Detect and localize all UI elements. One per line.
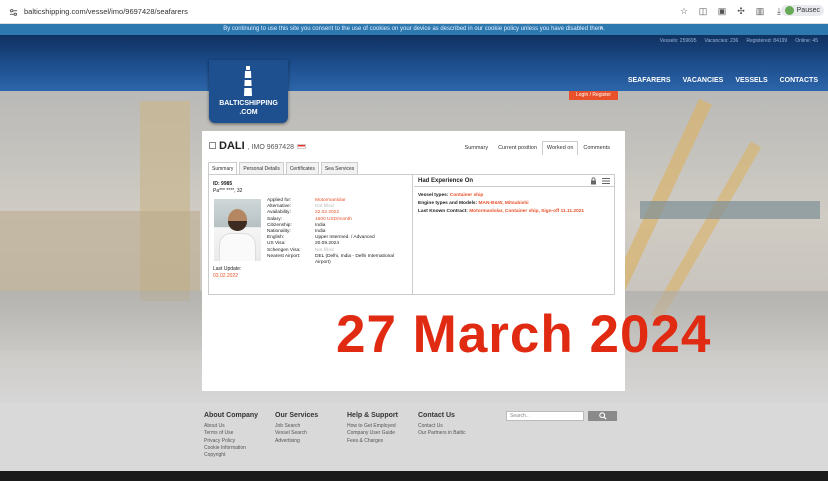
engine-row: Engine types and Models: MAN-B&W, Mitsub… <box>418 201 529 206</box>
footer-link[interactable]: Company User Guide <box>347 430 398 437</box>
stat-online: Online: 45 <box>795 38 818 44</box>
stat-registered: Registered: 84199 <box>746 38 788 44</box>
vessel-icon <box>209 142 216 149</box>
experience-header: Had Experience On <box>414 175 615 187</box>
flag-icon <box>296 144 306 149</box>
search-input[interactable]: Search.. <box>506 411 584 421</box>
vessel-title: DALI , IMO 9697428 <box>209 140 306 152</box>
lock-icon[interactable] <box>590 177 597 185</box>
seafarer-summary: ID: 9985 Pa*** ****, 32 Last Update: 03.… <box>209 175 413 294</box>
engine-value[interactable]: MAN-B&W, Mitsubishi <box>479 201 529 206</box>
footer-about: About Company About Us Terms of Use Priv… <box>204 412 258 459</box>
seafarer-card: ID: 9985 Pa*** ****, 32 Last Update: 03.… <box>208 174 615 295</box>
nav-seafarers[interactable]: SEAFARERS <box>628 77 671 84</box>
contract-row: Last Known Contract: Motormanlolar, Cont… <box>418 209 584 214</box>
footer-heading: Contact Us <box>418 412 455 419</box>
site-logo[interactable]: BALTICSHIPPING .COM <box>209 60 288 123</box>
cookie-text: By continuing to use this site you conse… <box>223 26 605 32</box>
seafarer-id: ID: 9985 <box>213 181 233 187</box>
profile-button[interactable]: Pausec <box>780 5 824 16</box>
tab-worked-on[interactable]: Worked on <box>541 141 579 155</box>
vessel-name: DALI <box>219 140 245 152</box>
stat-vacancies: Vacancies: 236 <box>704 38 739 44</box>
footer-heading: Our Services <box>275 412 319 419</box>
nav-vacancies[interactable]: VACANCIES <box>683 77 724 84</box>
menu-icon[interactable] <box>602 178 610 184</box>
site-header: Vessels: 259695 Vacancies: 236 Registere… <box>0 35 828 91</box>
field-value: Airport) <box>315 259 331 265</box>
seafarer-fields: Applied for: Motormanlolar Alternative: No… <box>267 198 410 266</box>
vessel-types-label: Vessel types: <box>418 193 449 198</box>
nav-vessels[interactable]: VESSELS <box>735 77 767 84</box>
extension-icon-2[interactable]: ▣ <box>717 6 727 16</box>
crane-boom <box>640 201 820 219</box>
main-nav: SEAFARERS VACANCIES VESSELS CONTACTS <box>628 77 818 84</box>
tab-comments[interactable]: Comments <box>578 141 615 155</box>
footer-help: Help & Support How to Get Employed Compa… <box>347 412 398 445</box>
photo-body <box>219 233 256 261</box>
star-icon[interactable]: ☆ <box>679 6 689 16</box>
overlay-date: 27 March 2024 <box>336 305 712 364</box>
login-button[interactable]: Login / Register <box>569 91 618 100</box>
vessel-tabs: Summary Current position Worked on Comme… <box>460 141 615 155</box>
site-info-icon[interactable] <box>8 7 18 17</box>
footer-link[interactable]: Contact Us <box>418 423 466 430</box>
last-update-label: Last Update: <box>213 266 242 272</box>
field-label <box>267 260 315 266</box>
photo-beard <box>228 221 247 231</box>
site-footer: About Company About Us Terms of Use Priv… <box>0 403 828 471</box>
extension-icon-1[interactable]: ◫ <box>698 6 708 16</box>
contract-label: Last Known Contract: <box>418 209 468 214</box>
logo-text-domain: .COM <box>239 109 258 116</box>
vessel-types-row: Vessel types: Container ship <box>418 193 483 198</box>
footer-contact: Contact Us Contact Us Our Partners in Ba… <box>418 412 466 438</box>
avatar <box>784 6 794 15</box>
footer-link[interactable]: How to Get Employed <box>347 423 398 430</box>
seafarer-name[interactable]: Pa*** ****, 32 <box>213 188 242 194</box>
bottom-bar <box>0 471 828 481</box>
footer-link[interactable]: Job Search <box>275 423 318 430</box>
tab-summary[interactable]: Summary <box>460 141 494 155</box>
footer-link[interactable]: Privacy Policy <box>204 438 258 445</box>
search-button[interactable] <box>588 411 617 421</box>
footer-link[interactable]: Cookie Information <box>204 445 258 452</box>
engine-label: Engine types and Models: <box>418 201 478 206</box>
close-icon[interactable]: × <box>599 24 603 35</box>
tab-current-position[interactable]: Current position <box>493 141 542 155</box>
experience-card: Had Experience On Vessel types: Containe… <box>414 175 615 294</box>
footer-link[interactable]: Vessel Search <box>275 430 318 437</box>
footer-link[interactable]: Fees & Charges <box>347 438 398 445</box>
stat-vessels: Vessels: 259695 <box>659 38 697 44</box>
profile-label: Pausec <box>796 7 820 14</box>
experience-title: Had Experience On <box>418 178 474 184</box>
cookie-banner: By continuing to use this site you conse… <box>0 24 828 35</box>
footer-link[interactable]: Advertising <box>275 438 318 445</box>
footer-link[interactable]: About Us <box>204 423 258 430</box>
footer-link[interactable]: Terms of Use <box>204 430 258 437</box>
footer-link[interactable]: Copyright <box>204 452 258 459</box>
address-bar[interactable]: balticshipping.com/vessel/imo/9697428/se… <box>24 7 188 16</box>
footer-services: Our Services Job Search Vessel Search Ad… <box>275 412 318 445</box>
footer-heading: About Company <box>204 412 259 419</box>
vessel-imo: , IMO 9697428 <box>247 144 294 151</box>
contract-value[interactable]: Motormanlolar, Container ship, Sign-off … <box>469 209 584 214</box>
ship-deck <box>0 211 200 291</box>
puzzle-icon[interactable]: ✣ <box>736 6 746 16</box>
field-row: Airport) <box>267 260 410 266</box>
search-icon <box>598 412 607 420</box>
last-update-date: 03.02.2022 <box>213 273 239 279</box>
site-stats: Vessels: 259695 Vacancies: 236 Registere… <box>660 38 818 44</box>
seafarer-photo[interactable] <box>214 199 261 261</box>
browser-toolbar: balticshipping.com/vessel/imo/9697428/se… <box>0 0 828 24</box>
vessel-types-value[interactable]: Container ship <box>450 193 484 198</box>
lighthouse-icon <box>244 66 252 96</box>
logo-text: BALTICSHIPPING <box>219 100 278 107</box>
nav-contacts[interactable]: CONTACTS <box>780 77 818 84</box>
footer-link[interactable]: Our Partners in Baltic <box>418 430 466 437</box>
sidebar-icon[interactable]: ▥ <box>755 6 765 16</box>
footer-heading: Help & Support <box>347 412 398 419</box>
